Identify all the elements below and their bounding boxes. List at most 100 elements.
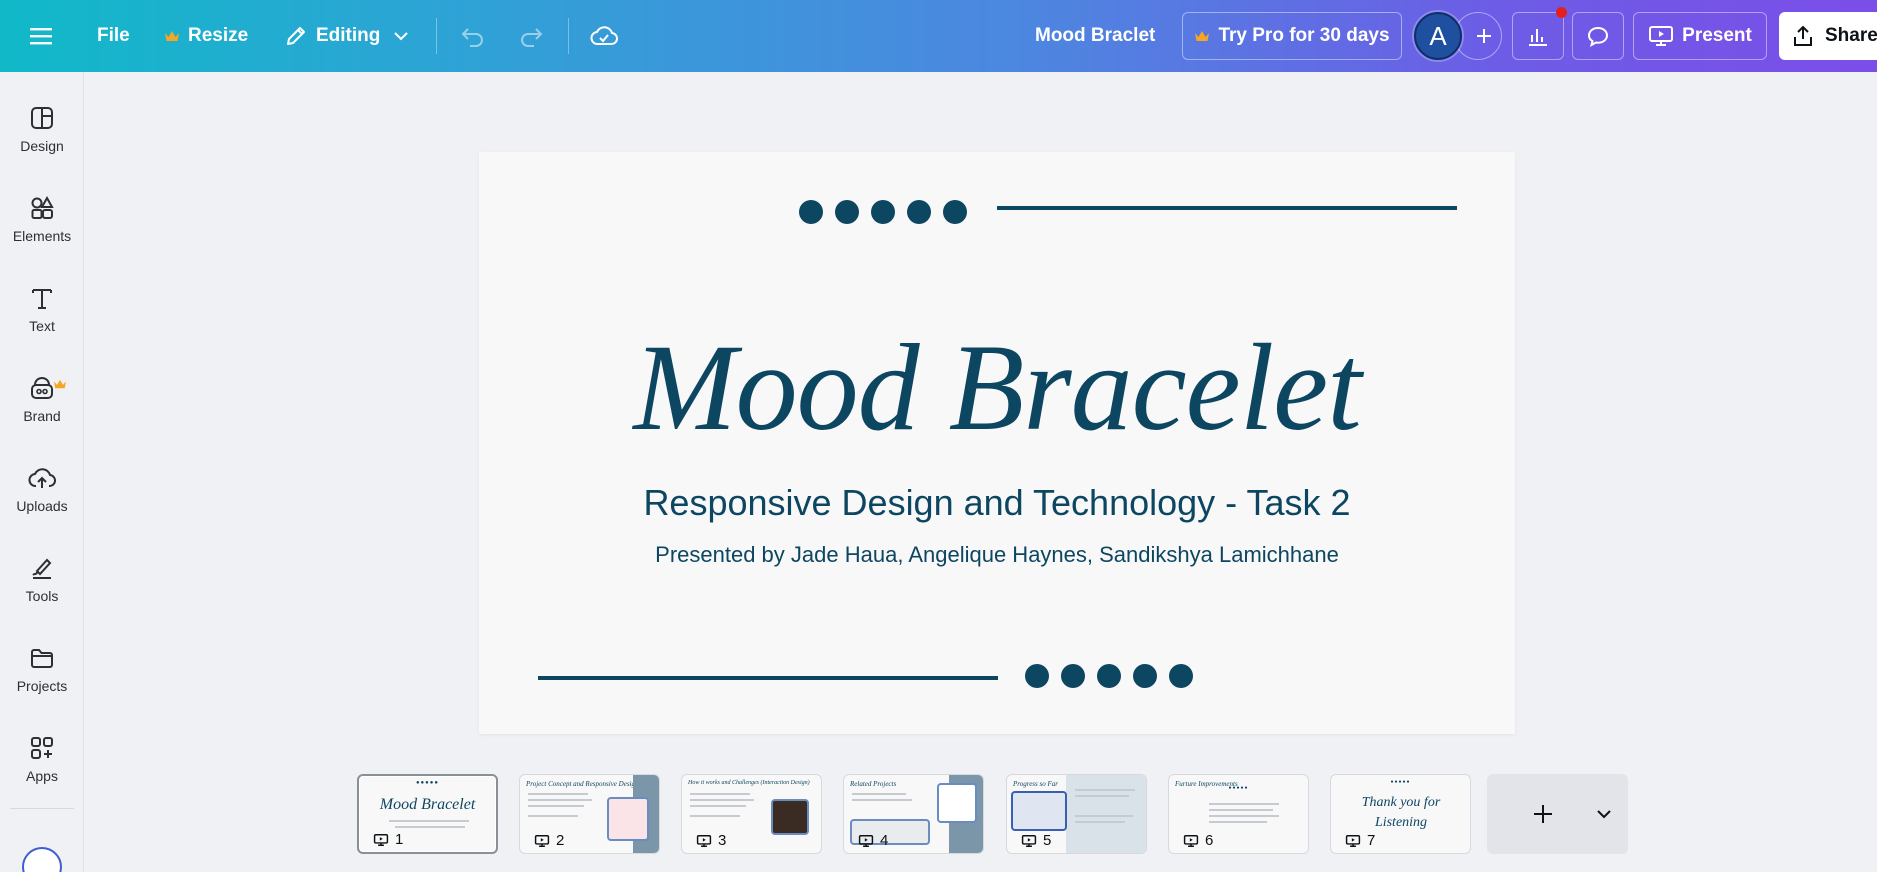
thumb-image <box>771 799 809 835</box>
toolbar-divider <box>568 18 569 54</box>
decor-dot <box>799 200 823 224</box>
slide-presenters[interactable]: Presented by Jade Haua, Angelique Haynes… <box>479 542 1515 568</box>
sidebar-item-elements[interactable]: Elements <box>0 184 84 264</box>
thumb-image <box>1011 791 1067 831</box>
thumbnail-title: Thank you for Listening <box>1361 795 1441 830</box>
thumb-text-line <box>690 805 746 807</box>
slide-canvas[interactable]: Mood Bracelet Responsive Design and Tech… <box>479 152 1515 734</box>
cloud-save-button[interactable] <box>590 0 618 72</box>
thumb-text-line <box>1075 789 1135 791</box>
thumbnail-num-label: 3 <box>718 832 727 849</box>
decor-dot <box>835 200 859 224</box>
try-pro-button[interactable]: Try Pro for 30 days <box>1182 12 1402 60</box>
page-thumbnail-5[interactable]: Progress so Far 5 <box>1006 774 1147 854</box>
decor-dot <box>871 200 895 224</box>
thumbnail-number: 6 <box>1183 832 1213 849</box>
left-sidebar: Design Elements Text Brand Uploads Tools… <box>0 72 84 872</box>
thumb-text-line <box>528 793 588 795</box>
plus-icon <box>1477 29 1491 43</box>
sidebar-item-label: Design <box>20 138 64 154</box>
uploads-icon <box>28 468 56 488</box>
decor-line <box>997 206 1457 210</box>
sidebar-item-tools[interactable]: Tools <box>0 544 84 624</box>
avatar-initial: A <box>1429 20 1447 51</box>
try-pro-label: Try Pro for 30 days <box>1218 25 1390 46</box>
sidebar-item-brand[interactable]: Brand <box>0 364 84 444</box>
decor-dot <box>1169 664 1193 688</box>
thumb-text-line <box>1075 815 1133 817</box>
add-page-button[interactable] <box>1487 774 1628 854</box>
thumb-text-line <box>1075 795 1129 797</box>
page-thumbnail-7[interactable]: ●●●●● Thank you for Listening 7 <box>1330 774 1471 854</box>
redo-button[interactable] <box>518 0 544 72</box>
thumbnail-number: 3 <box>696 832 726 849</box>
thumbnail-num-label: 2 <box>556 832 565 849</box>
decor-dots: ●●●●● <box>1228 785 1249 791</box>
document-title[interactable]: Mood Braclet <box>1035 0 1155 72</box>
thumb-text-line <box>1209 815 1279 817</box>
thumb-text-line <box>528 805 584 807</box>
sidebar-item-text[interactable]: Text <box>0 274 84 354</box>
thumb-text-line <box>389 820 469 822</box>
pencil-icon <box>287 27 305 45</box>
thumb-text-line <box>528 799 592 801</box>
thumb-text-line <box>1075 821 1125 823</box>
menu-button[interactable] <box>28 0 54 72</box>
projects-icon <box>31 649 53 668</box>
present-icon <box>858 834 874 847</box>
present-button[interactable]: Present <box>1633 12 1767 60</box>
thumbnail-num-label: 4 <box>880 832 889 849</box>
thumbnail-title: How it works and Challenges (Interaction… <box>688 780 810 786</box>
cloud-check-icon <box>590 26 618 45</box>
thumb-text-line <box>852 799 912 801</box>
sidebar-item-label: Brand <box>23 408 61 424</box>
crown-icon <box>1195 31 1210 41</box>
sidebar-item-label: Elements <box>12 228 72 244</box>
present-icon <box>1021 834 1037 847</box>
undo-button[interactable] <box>460 0 486 72</box>
comments-button[interactable] <box>1572 12 1624 60</box>
sidebar-item-projects[interactable]: Projects <box>0 634 84 714</box>
decor-dot <box>1097 664 1121 688</box>
thumbnail-num-label: 5 <box>1043 832 1052 849</box>
chevron-down-icon[interactable] <box>1595 805 1613 823</box>
user-avatar[interactable]: A <box>1414 12 1462 60</box>
document-title-text: Mood Braclet <box>1035 25 1156 46</box>
thumb-image <box>937 783 977 823</box>
decor-dots: ●●●●● <box>415 780 440 786</box>
page-thumbnail-2[interactable]: Project Concept and Responsive Design 2 <box>519 774 660 854</box>
chevron-down-icon <box>394 32 409 41</box>
insights-button[interactable] <box>1512 12 1564 60</box>
elements-icon <box>31 195 54 219</box>
present-icon <box>373 833 389 846</box>
brand-icon <box>31 376 53 399</box>
file-menu[interactable]: File <box>97 0 130 72</box>
sidebar-item-uploads[interactable]: Uploads <box>0 454 84 534</box>
thumbnail-number: 4 <box>858 832 888 849</box>
share-button[interactable]: Share <box>1779 12 1877 60</box>
crown-icon <box>165 31 179 41</box>
sidebar-item-label: Projects <box>16 678 68 694</box>
sidebar-item-design[interactable]: Design <box>0 94 84 174</box>
thumbnail-title: Mood Bracelet <box>379 796 476 813</box>
slide-subtitle[interactable]: Responsive Design and Technology - Task … <box>479 482 1515 524</box>
present-icon <box>534 834 550 847</box>
sidebar-item-label: Apps <box>26 768 58 784</box>
page-thumbnail-3[interactable]: How it works and Challenges (Interaction… <box>681 774 822 854</box>
page-thumbnail-1[interactable]: ●●●●● Mood Bracelet 1 <box>357 774 498 854</box>
page-thumbnail-6[interactable]: Furture Improvements ●●●●● 6 <box>1168 774 1309 854</box>
resize-button[interactable]: Resize <box>164 0 248 72</box>
decor-dot <box>1133 664 1157 688</box>
thumb-text-line <box>1209 809 1273 811</box>
thumbnail-title: Progress so Far <box>1013 780 1058 788</box>
plus-icon <box>1534 805 1552 823</box>
thumb-text-line <box>1209 803 1279 805</box>
sidebar-item-apps[interactable]: Apps <box>0 724 84 804</box>
file-label: File <box>97 25 130 46</box>
slide-title[interactable]: Mood Bracelet <box>479 318 1515 458</box>
redo-icon <box>521 28 543 47</box>
present-icon <box>1345 834 1361 847</box>
tools-icon <box>32 558 52 579</box>
editing-mode-dropdown[interactable]: Editing <box>284 0 410 72</box>
page-thumbnail-4[interactable]: Related Projects 4 <box>843 774 984 854</box>
